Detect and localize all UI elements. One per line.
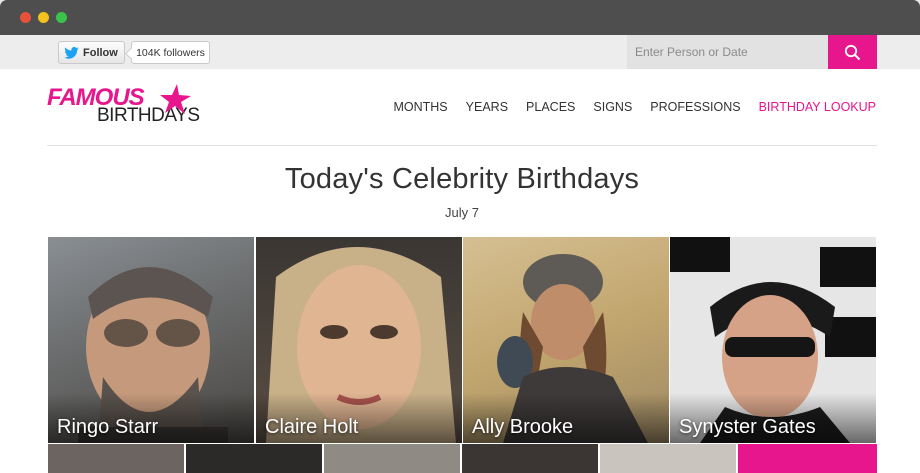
page-title: Today's Celebrity Birthdays: [284, 163, 640, 195]
search-button[interactable]: [828, 35, 877, 69]
close-window-button[interactable]: [20, 12, 31, 23]
celebrity-tile[interactable]: [738, 444, 877, 473]
page-date: July 7: [445, 205, 479, 220]
window-titlebar: [0, 0, 920, 35]
celebrity-name: Synyster Gates: [679, 416, 816, 438]
twitter-bird-icon: [64, 46, 79, 59]
page-viewport: Follow 104K followers FAMOUS BIRTHDAYS M…: [0, 35, 920, 473]
celebrity-tile[interactable]: [324, 444, 460, 473]
celebrity-name: Ringo Starr: [57, 416, 159, 438]
celebrity-tile[interactable]: [48, 444, 184, 473]
search-input[interactable]: [627, 35, 828, 69]
nav-signs[interactable]: SIGNS: [593, 100, 632, 114]
main-nav: MONTHS YEARS PLACES SIGNS PROFESSIONS BI…: [393, 100, 876, 114]
celebrity-tile[interactable]: Ringo Starr: [48, 237, 254, 443]
celebrity-tile[interactable]: Synyster Gates: [670, 237, 876, 443]
nav-professions[interactable]: PROFESSIONS: [650, 100, 740, 114]
celebrity-tile[interactable]: Ally Brooke: [463, 237, 669, 443]
utility-bar: Follow 104K followers: [0, 35, 920, 69]
nav-months[interactable]: MONTHS: [393, 100, 447, 114]
search-icon: [844, 44, 861, 60]
nav-birthday-lookup[interactable]: BIRTHDAY LOOKUP: [759, 100, 876, 114]
celebrity-name: Ally Brooke: [472, 416, 574, 438]
nav-places[interactable]: PLACES: [526, 100, 575, 114]
follow-label: Follow: [83, 46, 118, 59]
site-logo[interactable]: FAMOUS BIRTHDAYS: [47, 82, 200, 128]
followers-count: 104K followers: [131, 41, 210, 64]
header-divider: [47, 145, 877, 146]
celebrity-name: Claire Holt: [265, 416, 359, 438]
minimize-window-button[interactable]: [38, 12, 49, 23]
celebrity-tile[interactable]: [462, 444, 598, 473]
celebrity-tile[interactable]: [186, 444, 322, 473]
star-icon: [160, 84, 191, 114]
celebrity-tile[interactable]: [600, 444, 736, 473]
celebrity-tile[interactable]: Claire Holt: [256, 237, 462, 443]
twitter-follow-button[interactable]: Follow: [58, 41, 125, 64]
maximize-window-button[interactable]: [56, 12, 67, 23]
nav-years[interactable]: YEARS: [466, 100, 508, 114]
